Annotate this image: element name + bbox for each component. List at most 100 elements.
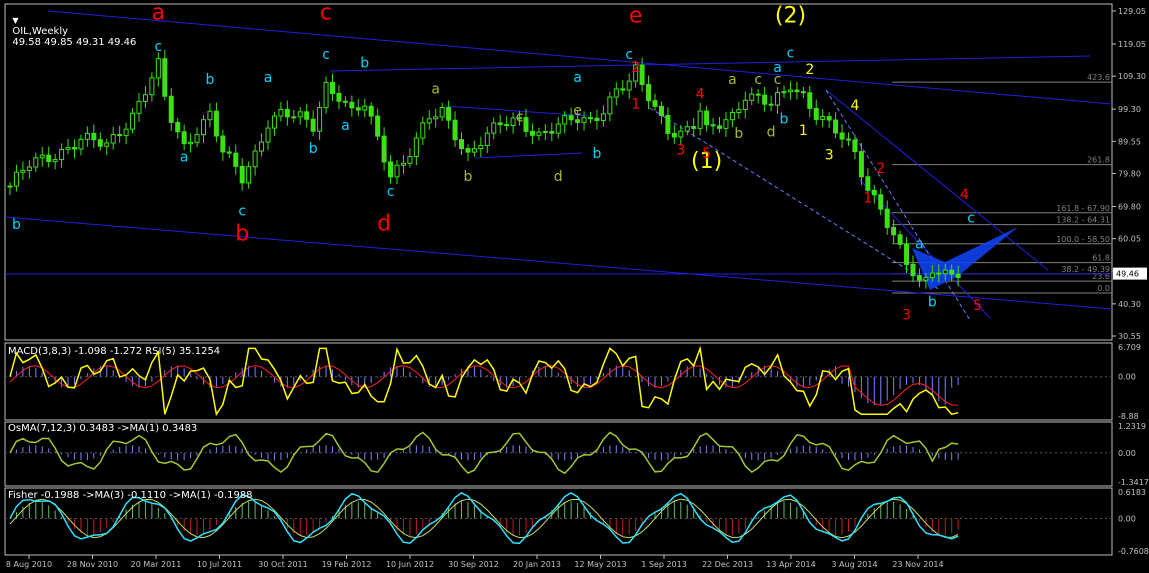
candle-body xyxy=(949,269,955,275)
wave-label: 5 xyxy=(973,298,982,314)
candle-body xyxy=(426,118,432,124)
candle-body xyxy=(142,94,148,102)
candle-body xyxy=(259,141,265,152)
candle-body xyxy=(246,166,252,184)
fib-level-label: 138.2 - 64.31 xyxy=(1056,216,1110,225)
candle-body xyxy=(529,130,535,136)
y-tick-label: 119.05 xyxy=(1118,40,1146,49)
candle-body xyxy=(252,150,258,168)
wave-label: c xyxy=(787,45,795,61)
candle-body xyxy=(749,93,755,101)
fib-level-label: 0.0 xyxy=(1097,284,1110,293)
candle-body xyxy=(839,132,845,140)
candle-body xyxy=(149,77,155,96)
chart-header: ▼ OIL,Weekly 49.58 49.85 49.31 49.46 xyxy=(6,4,136,48)
wave-label: a xyxy=(180,149,189,165)
wave-label: 4 xyxy=(960,187,969,203)
candle-body xyxy=(304,111,310,120)
candle-body xyxy=(523,117,529,132)
candle-body xyxy=(955,273,961,279)
candle-body xyxy=(897,234,903,245)
candle-body xyxy=(639,64,645,85)
candle-body xyxy=(562,115,568,125)
candle-body xyxy=(46,154,52,163)
wave-label: 3 xyxy=(825,148,834,164)
candle-body xyxy=(510,117,516,127)
candle-body xyxy=(194,134,200,143)
candle-body xyxy=(923,276,929,281)
y-tick-label: -8.88 xyxy=(1118,412,1139,421)
wave-label: b xyxy=(309,141,318,157)
wave-label: e xyxy=(573,103,582,119)
candle-body xyxy=(220,135,226,153)
candle-body xyxy=(7,185,13,188)
x-tick-label: 22 Dec 2013 xyxy=(702,560,753,569)
wave-label: b xyxy=(593,146,602,162)
candle-body xyxy=(658,105,664,116)
candle-body xyxy=(575,119,581,123)
candle-body xyxy=(820,116,826,120)
candle-body xyxy=(717,125,722,129)
candle-body xyxy=(891,226,897,236)
candle-body xyxy=(704,110,710,126)
candle-body xyxy=(536,131,542,136)
wave-label: b xyxy=(12,217,21,233)
wave-label: 2 xyxy=(805,62,814,78)
wave-label: 1 xyxy=(799,123,808,139)
wave-label: c xyxy=(774,72,782,88)
x-tick-label: 8 Aug 2010 xyxy=(6,560,52,569)
last-price-label: 49.46 xyxy=(1116,270,1139,279)
x-tick-label: 19 Feb 2012 xyxy=(322,560,372,569)
wave-label: 4 xyxy=(850,98,859,114)
wave-label: c xyxy=(322,47,330,63)
chart-canvas[interactable]: 423.6261.8161.8 - 67.90138.2 - 64.31100.… xyxy=(0,0,1149,573)
candle-body xyxy=(936,272,942,275)
candle-body xyxy=(884,208,890,228)
candle-body xyxy=(613,88,619,98)
candle-body xyxy=(678,130,684,138)
y-tick-label: 0.00 xyxy=(1118,449,1136,458)
x-tick-label: 1 Sep 2013 xyxy=(641,560,687,569)
price-panel[interactable]: 423.6261.8161.8 - 67.90138.2 - 64.31100.… xyxy=(4,0,1113,324)
candle-body xyxy=(787,89,793,93)
candle-body xyxy=(226,151,232,154)
candle-body xyxy=(130,112,136,130)
osma-title: OsMA(7,12,3) 0.3483 ->MA(1) 0.3483 xyxy=(8,423,198,434)
candle-body xyxy=(916,275,922,281)
candle-body xyxy=(871,189,877,196)
candle-body xyxy=(446,107,452,121)
candle-body xyxy=(394,164,400,178)
wave-label: a xyxy=(264,70,273,86)
x-tick-label: 13 Apr 2014 xyxy=(766,560,815,569)
wave-label: a xyxy=(573,70,582,86)
dropdown-arrow-icon[interactable]: ▼ xyxy=(12,16,18,25)
wave-label: 2 xyxy=(631,60,640,76)
candle-body xyxy=(239,165,245,184)
x-tick-label: 23 Nov 2014 xyxy=(892,560,943,569)
x-tick-label: 30 Sep 2012 xyxy=(448,560,499,569)
y-tick-label: 30.55 xyxy=(1118,332,1141,341)
wave-label: b xyxy=(734,126,743,142)
candle-body xyxy=(600,113,606,122)
x-tick-label: 20 Mar 2011 xyxy=(131,560,182,569)
y-tick-label: -1.3417 xyxy=(1118,478,1149,487)
candle-body xyxy=(671,132,677,138)
candle-body xyxy=(375,115,381,137)
wave-label: c xyxy=(320,0,332,25)
candle-body xyxy=(291,116,297,119)
candle-body xyxy=(271,115,277,129)
wave-label: d xyxy=(554,169,563,185)
candle-body xyxy=(581,117,587,123)
candle-body xyxy=(168,95,174,123)
y-tick-label: 60.05 xyxy=(1118,235,1141,244)
wave-label: a xyxy=(341,118,350,134)
y-tick-label: 89.55 xyxy=(1118,137,1141,146)
candle-body xyxy=(826,116,832,121)
wave-label: 1 xyxy=(631,97,640,113)
candle-body xyxy=(781,91,787,94)
candle-body xyxy=(594,117,600,122)
fib-level-label: 423.6 xyxy=(1087,73,1110,82)
ohlc-readout: 49.58 49.85 49.31 49.46 xyxy=(12,37,137,48)
candle-body xyxy=(368,105,374,117)
x-tick-label: 30 Oct 2011 xyxy=(258,560,307,569)
